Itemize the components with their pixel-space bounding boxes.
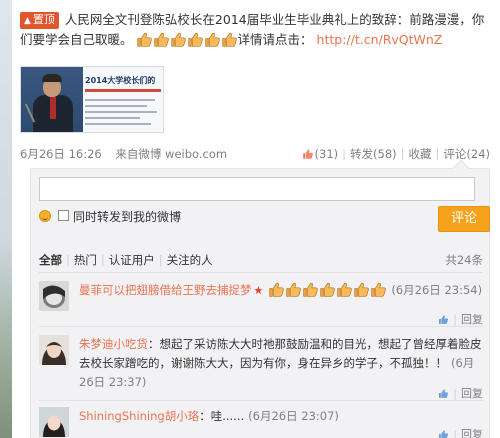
also-repost-label[interactable]: 同时转发到我的微博 — [73, 208, 181, 225]
vip-star-icon: ★ — [253, 284, 264, 297]
comment-username[interactable]: ShiningShining胡小珞 — [79, 409, 199, 423]
comment-panel: 同时转发到我的微博 评论 全部 | 热门 | 认证用户 | 关注的人 共24条 曼菲可以把翅… — [30, 159, 490, 438]
post-content: ▲ 置顶 人民网全文刊登陈弘校长在2014届毕业生毕业典礼上的致辞：前路漫漫，你们要… — [20, 10, 490, 50]
pin-icon: ▲ — [24, 16, 31, 26]
like-icon[interactable] — [438, 429, 449, 438]
tab-verified[interactable]: 认证用户 — [109, 253, 155, 267]
like-count: (31) — [314, 147, 339, 161]
like-icon[interactable] — [438, 388, 449, 399]
thumbs-up-icon — [204, 31, 221, 48]
pinned-label: 置顶 — [32, 13, 55, 26]
thumbs-up-icon — [153, 31, 170, 48]
comment-time: (6月26日 23:07) — [248, 409, 339, 423]
like-icon[interactable] — [438, 314, 449, 325]
post-source[interactable]: 来自微博 weibo.com — [115, 147, 227, 161]
reply-link[interactable]: 回复 — [461, 313, 483, 326]
comment-input[interactable] — [39, 177, 475, 201]
tab-all[interactable]: 全部 — [39, 253, 62, 267]
like-button[interactable]: (31) — [302, 147, 339, 161]
thumbs-up-icon — [187, 31, 204, 48]
comment-time: (6月26日 23:54) — [391, 283, 483, 297]
reply-link[interactable]: 回复 — [461, 428, 483, 438]
thumbs-up-icon — [170, 31, 187, 48]
comment-button[interactable]: 评论(24) — [443, 147, 490, 161]
thumbs-up-icon — [319, 281, 336, 298]
comment-item: 曼菲可以把翅膀借给王野去捕捉梦 ★ (6月26日 23:54) — [39, 281, 483, 317]
favorite-button[interactable]: 收藏 — [409, 147, 432, 161]
emoji-icon[interactable] — [39, 210, 51, 222]
thumbs-up-emoji-group — [268, 281, 387, 300]
thumbs-up-icon — [136, 31, 153, 48]
post-meta: 6月26日 16:26 来自微博 weibo.com (31) | 转发(58) | 收… — [20, 146, 490, 162]
like-icon — [302, 148, 314, 160]
comment-total: 共24条 — [445, 253, 483, 267]
thumbs-up-icon — [370, 281, 387, 298]
thumbs-up-icon — [302, 281, 319, 298]
reply-link[interactable]: 回复 — [461, 387, 483, 400]
tab-hot[interactable]: 热门 — [74, 253, 97, 267]
pinned-badge: ▲ 置顶 — [20, 12, 59, 29]
avatar[interactable] — [39, 281, 69, 311]
comment-text: 朱梦迪小吃货：想起了采访陈大大时祂那鼓励温和的目光，想起了曾经厚着脸皮去校长家蹭… — [79, 337, 482, 389]
comment-item: 朱梦迪小吃货：想起了采访陈大大时祂那鼓励温和的目光，想起了曾经厚着脸皮去校长家蹭… — [39, 335, 483, 397]
thumbs-up-icon — [285, 281, 302, 298]
post-link[interactable]: http://t.cn/RvQtWnZ — [317, 32, 443, 47]
comment-filter-tabs: 全部 | 热门 | 认证用户 | 关注的人 共24条 — [39, 253, 483, 267]
thumbs-up-emoji-group — [136, 30, 238, 50]
preview-title: 2014大学校长们的 — [85, 76, 156, 85]
thumbs-up-icon — [353, 281, 370, 298]
avatar[interactable] — [39, 407, 69, 437]
comment-actions: | 回复 — [438, 311, 483, 327]
thumbs-up-icon — [221, 31, 238, 48]
comment-item: ShiningShining胡小珞：哇...... (6月26日 23:07) — [39, 407, 483, 438]
tab-following[interactable]: 关注的人 — [167, 253, 213, 267]
repost-button[interactable]: 转发(58) — [350, 147, 397, 161]
comment-actions: | 回复 — [438, 426, 483, 438]
comment-username[interactable]: 曼菲可以把翅膀借给王野去捕捉梦 — [79, 283, 252, 297]
submit-comment-button[interactable]: 评论 — [438, 206, 490, 232]
weibo-card: ▲ 置顶 人民网全文刊登陈弘校长在2014届毕业生毕业典礼上的致辞：前路漫漫，你们要… — [12, 0, 500, 438]
comment-text: 曼菲可以把翅膀借给王野去捕捉梦 ★ (6月26日 23:54) — [79, 281, 483, 300]
avatar[interactable] — [39, 335, 69, 365]
thumbs-up-icon — [268, 281, 285, 298]
details-label: 详情请点击： — [237, 32, 313, 47]
comment-text: ShiningShining胡小珞：哇...... (6月26日 23:07) — [79, 409, 339, 423]
post-date[interactable]: 6月26日 16:26 — [20, 147, 102, 161]
also-repost-checkbox[interactable] — [58, 210, 69, 221]
comment-actions: | 回复 — [438, 385, 483, 401]
post-image-thumbnail[interactable]: 2014大学校长们的 — [20, 66, 164, 133]
thumbs-up-icon — [336, 281, 353, 298]
background-strip — [0, 0, 12, 438]
comment-username[interactable]: 朱梦迪小吃货 — [79, 337, 148, 351]
